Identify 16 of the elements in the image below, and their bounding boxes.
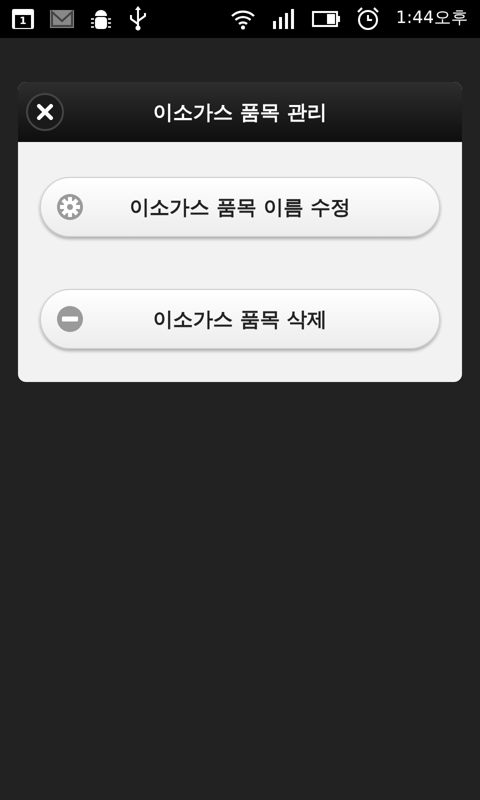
- alarm-clock-icon: [356, 7, 380, 31]
- action-button[interactable]: 이소가스 품목 삭제: [40, 289, 440, 349]
- clock-time: 1:44오후: [396, 7, 468, 30]
- mail-icon: [50, 10, 74, 28]
- close-icon: [37, 104, 53, 120]
- wifi-icon: [230, 8, 256, 30]
- minus-icon: [56, 305, 84, 333]
- action-button[interactable]: 이소가스 품목 이름 수정: [40, 177, 440, 237]
- battery-icon: [312, 11, 340, 27]
- close-button[interactable]: [26, 93, 64, 131]
- usb-icon: [128, 6, 148, 32]
- dialog-title: 이소가스 품목 관리: [152, 99, 328, 126]
- calendar-icon: 1: [12, 9, 34, 29]
- gear-icon: [56, 193, 84, 221]
- signal-icon: [272, 9, 296, 29]
- bug-icon: [90, 7, 112, 31]
